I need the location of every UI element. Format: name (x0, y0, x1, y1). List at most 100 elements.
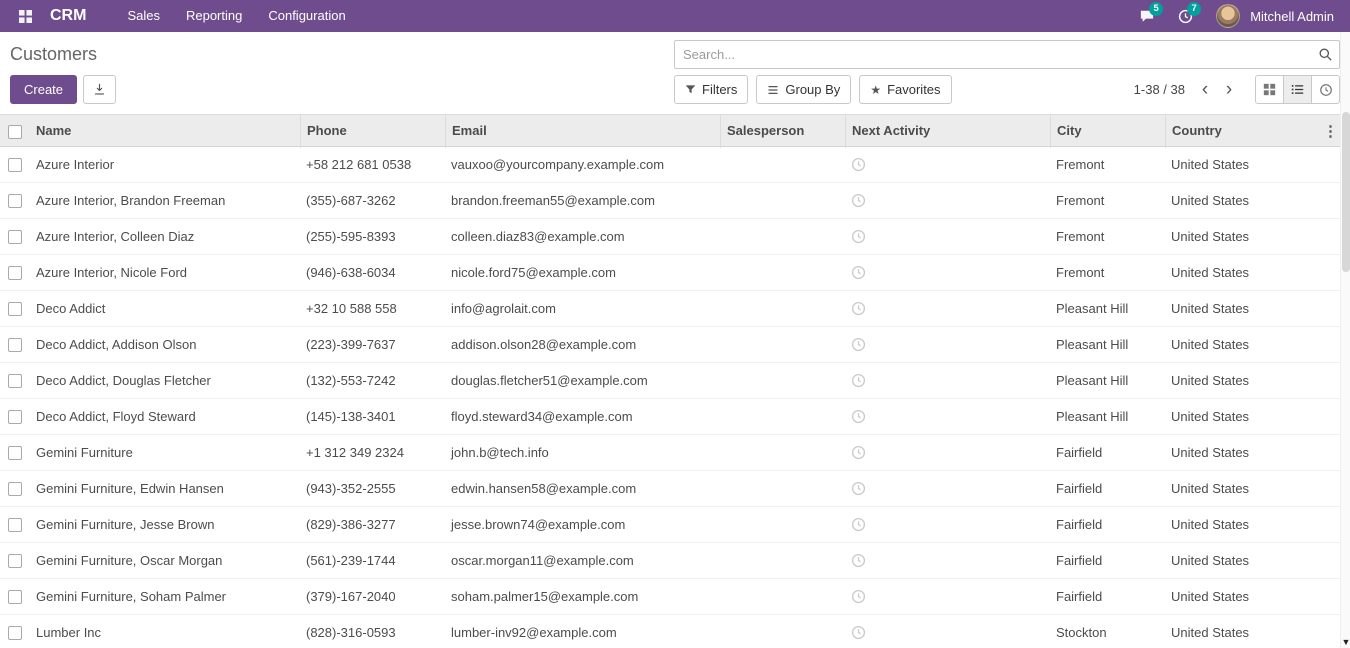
header-city[interactable]: City (1050, 115, 1165, 148)
row-checkbox[interactable] (8, 338, 22, 352)
cell-name[interactable]: Gemini Furniture (30, 445, 300, 460)
cell-email[interactable]: john.b@tech.info (445, 445, 720, 460)
cell-next-activity[interactable] (845, 481, 1050, 496)
cell-next-activity[interactable] (845, 337, 1050, 352)
cell-next-activity[interactable] (845, 229, 1050, 244)
cell-name[interactable]: Deco Addict, Floyd Steward (30, 409, 300, 424)
cell-city[interactable]: Stockton (1050, 625, 1165, 640)
table-row[interactable]: Gemini Furniture, Soham Palmer (379)-167… (0, 579, 1340, 615)
cell-email[interactable]: edwin.hansen58@example.com (445, 481, 720, 496)
header-next-activity[interactable]: Next Activity (845, 115, 1050, 148)
cell-country[interactable]: United States (1165, 193, 1305, 208)
select-all-checkbox[interactable] (8, 125, 22, 139)
row-checkbox[interactable] (8, 302, 22, 316)
row-checkbox[interactable] (8, 446, 22, 460)
cell-email[interactable]: douglas.fletcher51@example.com (445, 373, 720, 388)
cell-phone[interactable]: (943)-352-2555 (300, 481, 445, 496)
row-checkbox[interactable] (8, 374, 22, 388)
table-row[interactable]: Gemini Furniture +1 312 349 2324 john.b@… (0, 435, 1340, 471)
scrollbar-thumb[interactable] (1342, 112, 1350, 272)
cell-name[interactable]: Gemini Furniture, Oscar Morgan (30, 553, 300, 568)
cell-city[interactable]: Fremont (1050, 265, 1165, 280)
cell-next-activity[interactable] (845, 301, 1050, 316)
cell-name[interactable]: Gemini Furniture, Edwin Hansen (30, 481, 300, 496)
header-phone[interactable]: Phone (300, 115, 445, 148)
cell-city[interactable]: Fairfield (1050, 481, 1165, 496)
cell-city[interactable]: Pleasant Hill (1050, 337, 1165, 352)
cell-email[interactable]: soham.palmer15@example.com (445, 589, 720, 604)
cell-next-activity[interactable] (845, 193, 1050, 208)
cell-phone[interactable]: (132)-553-7242 (300, 373, 445, 388)
cell-country[interactable]: United States (1165, 337, 1305, 352)
cell-city[interactable]: Fairfield (1050, 517, 1165, 532)
cell-email[interactable]: info@agrolait.com (445, 301, 720, 316)
list-view-icon[interactable] (1283, 75, 1312, 104)
cell-name[interactable]: Azure Interior, Brandon Freeman (30, 193, 300, 208)
menu-sales[interactable]: Sales (114, 0, 173, 32)
row-checkbox[interactable] (8, 554, 22, 568)
cell-country[interactable]: United States (1165, 409, 1305, 424)
cell-email[interactable]: nicole.ford75@example.com (445, 265, 720, 280)
row-checkbox[interactable] (8, 230, 22, 244)
scroll-down-icon[interactable]: ▼ (1341, 637, 1350, 647)
cell-email[interactable]: lumber-inv92@example.com (445, 625, 720, 640)
cell-email[interactable]: brandon.freeman55@example.com (445, 193, 720, 208)
cell-phone[interactable]: +58 212 681 0538 (300, 157, 445, 172)
table-row[interactable]: Deco Addict, Addison Olson (223)-399-763… (0, 327, 1340, 363)
cell-name[interactable]: Azure Interior (30, 157, 300, 172)
search-icon[interactable] (1318, 47, 1333, 62)
cell-phone[interactable]: (255)-595-8393 (300, 229, 445, 244)
cell-country[interactable]: United States (1165, 553, 1305, 568)
cell-next-activity[interactable] (845, 157, 1050, 172)
cell-country[interactable]: United States (1165, 157, 1305, 172)
table-row[interactable]: Gemini Furniture, Oscar Morgan (561)-239… (0, 543, 1340, 579)
cell-next-activity[interactable] (845, 589, 1050, 604)
cell-phone[interactable]: +1 312 349 2324 (300, 445, 445, 460)
vertical-scrollbar[interactable]: ▼ (1340, 32, 1350, 648)
cell-name[interactable]: Lumber Inc (30, 625, 300, 640)
table-row[interactable]: Gemini Furniture, Jesse Brown (829)-386-… (0, 507, 1340, 543)
cell-email[interactable]: addison.olson28@example.com (445, 337, 720, 352)
cell-name[interactable]: Deco Addict (30, 301, 300, 316)
row-checkbox[interactable] (8, 158, 22, 172)
table-row[interactable]: Deco Addict, Floyd Steward (145)-138-340… (0, 399, 1340, 435)
cell-next-activity[interactable] (845, 553, 1050, 568)
table-row[interactable]: Azure Interior, Nicole Ford (946)-638-60… (0, 255, 1340, 291)
activities-button[interactable]: 7 (1168, 0, 1202, 32)
cell-phone[interactable]: (223)-399-7637 (300, 337, 445, 352)
cell-name[interactable]: Deco Addict, Addison Olson (30, 337, 300, 352)
cell-next-activity[interactable] (845, 409, 1050, 424)
cell-next-activity[interactable] (845, 373, 1050, 388)
row-checkbox[interactable] (8, 590, 22, 604)
cell-city[interactable]: Fremont (1050, 157, 1165, 172)
cell-name[interactable]: Azure Interior, Nicole Ford (30, 265, 300, 280)
kanban-view-icon[interactable] (1255, 75, 1284, 104)
cell-name[interactable]: Azure Interior, Colleen Diaz (30, 229, 300, 244)
table-row[interactable]: Gemini Furniture, Edwin Hansen (943)-352… (0, 471, 1340, 507)
cell-country[interactable]: United States (1165, 445, 1305, 460)
menu-reporting[interactable]: Reporting (173, 0, 255, 32)
table-row[interactable]: Azure Interior +58 212 681 0538 vauxoo@y… (0, 147, 1340, 183)
cell-email[interactable]: colleen.diaz83@example.com (445, 229, 720, 244)
cell-phone[interactable]: (379)-167-2040 (300, 589, 445, 604)
table-row[interactable]: Lumber Inc (828)-316-0593 lumber-inv92@e… (0, 615, 1340, 648)
cell-city[interactable]: Fairfield (1050, 445, 1165, 460)
header-salesperson[interactable]: Salesperson (720, 115, 845, 148)
activity-view-icon[interactable] (1311, 75, 1340, 104)
header-name[interactable]: Name (30, 115, 300, 148)
cell-city[interactable]: Pleasant Hill (1050, 373, 1165, 388)
cell-city[interactable]: Fairfield (1050, 589, 1165, 604)
pager-next-icon[interactable]: › (1217, 80, 1241, 99)
cell-city[interactable]: Pleasant Hill (1050, 301, 1165, 316)
export-button[interactable] (83, 75, 116, 104)
favorites-button[interactable]: ★ Favorites (859, 75, 951, 104)
cell-country[interactable]: United States (1165, 481, 1305, 496)
cell-name[interactable]: Gemini Furniture, Jesse Brown (30, 517, 300, 532)
cell-city[interactable]: Fremont (1050, 193, 1165, 208)
row-checkbox[interactable] (8, 410, 22, 424)
cell-country[interactable]: United States (1165, 517, 1305, 532)
messages-button[interactable]: 5 (1130, 0, 1164, 32)
cell-country[interactable]: United States (1165, 373, 1305, 388)
cell-email[interactable]: jesse.brown74@example.com (445, 517, 720, 532)
cell-phone[interactable]: (946)-638-6034 (300, 265, 445, 280)
